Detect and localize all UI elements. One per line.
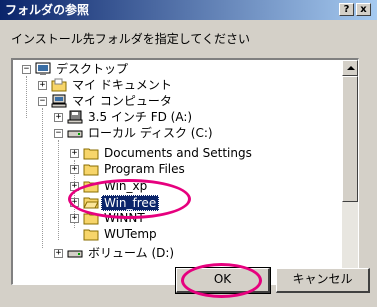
collapse-toggle[interactable]: −: [54, 129, 63, 138]
tree-item-winnt[interactable]: + WINNT: [13, 211, 343, 227]
browse-folder-dialog: フォルダの参照 ? x インストール先フォルダを指定してください − デスクトッ…: [0, 0, 377, 307]
tree-item-label: 3.5 インチ FD (A:): [88, 110, 193, 124]
tree-item-label: Documents and Settings: [104, 146, 252, 160]
tree-item-label: Program Files: [104, 162, 185, 176]
folder-icon: [83, 179, 99, 193]
expand-toggle[interactable]: +: [70, 182, 79, 191]
tree-item-label: ローカル ディスク (C:): [88, 126, 213, 140]
drive-icon: [67, 126, 83, 140]
expand-toggle[interactable]: +: [54, 249, 63, 258]
tree-item-desktop[interactable]: − デスクトップ: [13, 62, 343, 78]
tree-item-label: マイ コンピュータ: [72, 94, 172, 108]
tree-item-floppy-a[interactable]: + 3.5 インチ FD (A:): [13, 110, 343, 126]
tree-item-win-free[interactable]: + Win_free: [13, 195, 343, 211]
desktop-icon: [35, 62, 51, 76]
folder-open-icon: [83, 195, 99, 209]
tree-item-label: デスクトップ: [56, 62, 129, 76]
ok-button[interactable]: OK: [175, 267, 271, 294]
folder-icon: [83, 146, 99, 160]
expand-toggle[interactable]: +: [38, 81, 47, 90]
help-button[interactable]: ?: [339, 3, 354, 16]
tree-item-label: WINNT: [104, 211, 145, 225]
tree-item-documents-and-settings[interactable]: + Documents and Settings: [13, 146, 343, 162]
tree-item-program-files[interactable]: + Program Files: [13, 162, 343, 178]
tree-item-my-documents[interactable]: + マイ ドキュメント: [13, 78, 343, 94]
window-title: フォルダの参照: [5, 3, 90, 17]
folder-icon: [51, 78, 67, 92]
vertical-scrollbar[interactable]: [342, 60, 358, 284]
expand-toggle[interactable]: +: [70, 165, 79, 174]
expand-toggle[interactable]: +: [70, 214, 79, 223]
up-arrow-icon: [347, 66, 355, 70]
scroll-up-button[interactable]: [342, 60, 358, 76]
collapse-toggle[interactable]: −: [38, 97, 47, 106]
tree-item-my-computer[interactable]: − マイ コンピュータ: [13, 94, 343, 110]
tree-item-win-xp[interactable]: + Win_xp: [13, 179, 343, 195]
folder-icon: [83, 162, 99, 176]
drive-icon: [67, 246, 83, 260]
title-bar[interactable]: フォルダの参照 ? x: [0, 0, 377, 20]
instruction-text: インストール先フォルダを指定してください: [11, 32, 251, 46]
tree-item-wutemp[interactable]: WUTemp: [13, 227, 343, 243]
close-button[interactable]: x: [356, 3, 371, 16]
computer-icon: [51, 94, 67, 108]
folder-tree[interactable]: − デスクトップ + マイ ドキュメント − マイ コンピュータ + 3.5 イ…: [11, 58, 359, 285]
tree-item-local-disk-c[interactable]: − ローカル ディスク (C:): [13, 126, 343, 142]
tree-item-label: Win_xp: [104, 179, 148, 193]
folder-icon: [83, 211, 99, 225]
tree-item-label: マイ ドキュメント: [72, 78, 172, 92]
expand-toggle[interactable]: +: [70, 198, 79, 207]
tree-item-label-selected: Win_free: [101, 195, 160, 211]
tree-item-volume-d[interactable]: + ボリューム (D:): [13, 246, 343, 262]
expand-toggle[interactable]: +: [54, 113, 63, 122]
folder-icon: [83, 227, 99, 241]
collapse-toggle[interactable]: −: [22, 65, 31, 74]
floppy-icon: [67, 110, 83, 124]
expand-toggle[interactable]: +: [70, 149, 79, 158]
tree-item-label: ボリューム (D:): [88, 246, 175, 260]
cancel-button[interactable]: キャンセル: [276, 268, 370, 293]
scroll-thumb[interactable]: [342, 76, 358, 202]
tree-item-label: WUTemp: [104, 227, 157, 241]
